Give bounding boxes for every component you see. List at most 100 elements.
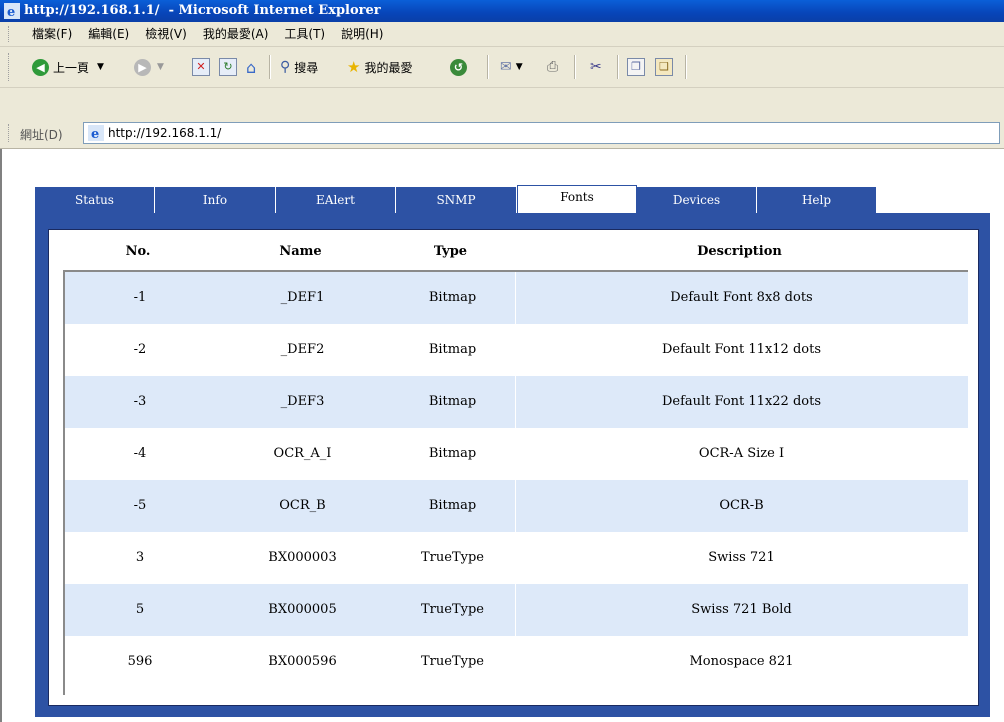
cell-name: BX000003 — [268, 550, 337, 565]
header-description: Description — [697, 244, 782, 259]
cell-type: Bitmap — [428, 394, 477, 409]
cell-no: -1 — [133, 290, 147, 305]
tab-snmp[interactable]: SNMP — [396, 187, 517, 213]
history-icon: ↺ — [450, 58, 467, 76]
tab-label: Devices — [672, 193, 721, 207]
tab-label: SNMP — [436, 193, 476, 207]
cell-no: 3 — [135, 550, 145, 565]
forward-arrow-icon: ▶ — [134, 58, 151, 76]
favorites-label: 我的最愛 — [364, 60, 413, 75]
toolbar: ◀ 上一頁 ▼ ▶ ▼ ✕ ↻ ⌂ ⚲ 搜尋 ★ 我的最愛 ↺ ✉ ▼ ⎙ ✂ … — [0, 47, 1004, 88]
forward-dropdown-icon: ▼ — [157, 62, 164, 72]
refresh-button[interactable]: ↻ — [219, 55, 237, 79]
addressbar-grip — [8, 124, 11, 142]
table-row: -3 _DEF3 Bitmap Default Font 11x22 dots — [65, 376, 968, 428]
tab-info[interactable]: Info — [155, 187, 276, 213]
menubar-grip — [8, 26, 11, 42]
cell-no: -2 — [133, 342, 147, 357]
tab-devices[interactable]: Devices — [637, 187, 757, 213]
favorites-button[interactable]: ★ 我的最愛 — [347, 55, 412, 79]
toolbar-separator — [269, 55, 271, 79]
cut-button[interactable]: ✂ — [590, 55, 602, 79]
address-input[interactable]: e http://192.168.1.1/ — [83, 122, 1000, 144]
cell-no: -4 — [133, 446, 147, 461]
paste-icon: ❑ — [655, 58, 673, 76]
toolbar-separator — [685, 55, 687, 79]
header-no: No. — [125, 244, 151, 259]
cell-name: OCR_A_I — [273, 446, 332, 461]
back-button[interactable]: ◀ 上一頁 ▼ — [32, 55, 104, 79]
table-row: -4 OCR_A_I Bitmap OCR-A Size I — [65, 428, 968, 480]
menu-edit[interactable]: 編輯(E) — [88, 22, 129, 46]
fonts-panel-inner: No. Name Type Description -1 _DEF1 Bitma… — [48, 229, 979, 706]
mail-icon: ✉ — [500, 59, 512, 75]
copy-icon: ❐ — [627, 58, 645, 76]
cell-description: OCR-A Size I — [698, 446, 785, 461]
print-icon: ⎙ — [547, 59, 559, 75]
cell-no: -3 — [133, 394, 147, 409]
cell-type: Bitmap — [428, 498, 477, 513]
refresh-icon: ↻ — [219, 58, 237, 76]
table-row: 5 BX000005 TrueType Swiss 721 Bold — [65, 584, 968, 636]
search-button[interactable]: ⚲ 搜尋 — [280, 55, 318, 79]
cell-no: 5 — [135, 602, 145, 617]
star-icon: ★ — [347, 58, 361, 76]
ie-logo-icon: e — [4, 3, 20, 19]
cell-description: Default Font 11x22 dots — [661, 394, 822, 409]
svg-text:e: e — [91, 127, 99, 141]
address-bar: 網址(D) e http://192.168.1.1/ — [0, 118, 1004, 149]
copy-button[interactable]: ❐ — [627, 55, 645, 79]
toolbar-grip — [8, 53, 11, 81]
back-label: 上一頁 — [53, 60, 90, 75]
tab-label: Help — [801, 193, 832, 207]
tab-fonts[interactable]: Fonts — [517, 185, 637, 213]
menu-tools[interactable]: 工具(T) — [284, 22, 325, 46]
address-label: 網址(D) — [20, 128, 63, 142]
toolbar-separator — [487, 55, 489, 79]
cell-description: Swiss 721 — [708, 550, 775, 565]
cut-icon: ✂ — [590, 59, 602, 75]
home-button[interactable]: ⌂ — [246, 55, 256, 79]
tab-help[interactable]: Help — [757, 187, 877, 213]
menu-help[interactable]: 說明(H) — [341, 22, 383, 46]
table-row: -5 OCR_B Bitmap OCR-B — [65, 480, 968, 532]
toolbar-spacer — [0, 88, 1004, 119]
toolbar-separator — [574, 55, 576, 79]
cell-description: Default Font 8x8 dots — [670, 290, 813, 305]
page-content: Status Info EAlert SNMP Fonts Devices He… — [0, 149, 1004, 722]
tab-ealert[interactable]: EAlert — [276, 187, 396, 213]
menu-bar: 檔案(F) 編輯(E) 檢視(V) 我的最愛(A) 工具(T) 說明(H) — [0, 22, 1004, 47]
tab-label: Status — [75, 193, 114, 207]
home-icon: ⌂ — [246, 57, 257, 77]
cell-no: -5 — [133, 498, 147, 513]
menu-favorites[interactable]: 我的最愛(A) — [203, 22, 269, 46]
cell-description: OCR-B — [719, 498, 764, 513]
cell-type: TrueType — [421, 602, 484, 617]
window-titlebar[interactable]: e http://192.168.1.1/ - Microsoft Intern… — [0, 0, 1004, 22]
menu-file[interactable]: 檔案(F) — [32, 22, 72, 46]
cell-name: BX000005 — [268, 602, 337, 617]
cell-name: _DEF3 — [280, 394, 325, 409]
history-button[interactable]: ↺ — [450, 55, 467, 79]
cell-type: Bitmap — [428, 290, 477, 305]
table-row: -1 _DEF1 Bitmap Default Font 8x8 dots — [65, 272, 968, 324]
print-button[interactable]: ⎙ — [547, 55, 558, 79]
cell-type: TrueType — [421, 654, 484, 669]
cell-no: 596 — [127, 654, 153, 669]
tab-label: Fonts — [560, 190, 594, 204]
forward-button[interactable]: ▶ ▼ — [134, 55, 164, 79]
page-icon: e — [88, 125, 104, 141]
fonts-panel: No. Name Type Description -1 _DEF1 Bitma… — [35, 213, 990, 717]
cell-name: _DEF1 — [280, 290, 325, 305]
window-title: http://192.168.1.1/ - Microsoft Internet… — [24, 3, 381, 18]
cell-name: OCR_B — [279, 498, 326, 513]
stop-button[interactable]: ✕ — [192, 55, 210, 79]
cell-type: Bitmap — [428, 446, 477, 461]
tab-status[interactable]: Status — [35, 187, 155, 213]
menu-view[interactable]: 檢視(V) — [145, 22, 187, 46]
mail-button[interactable]: ✉ ▼ — [500, 55, 523, 79]
cell-description: Default Font 11x12 dots — [661, 342, 822, 357]
paste-button[interactable]: ❑ — [655, 55, 673, 79]
stop-icon: ✕ — [192, 58, 210, 76]
back-dropdown-icon: ▼ — [97, 62, 104, 72]
